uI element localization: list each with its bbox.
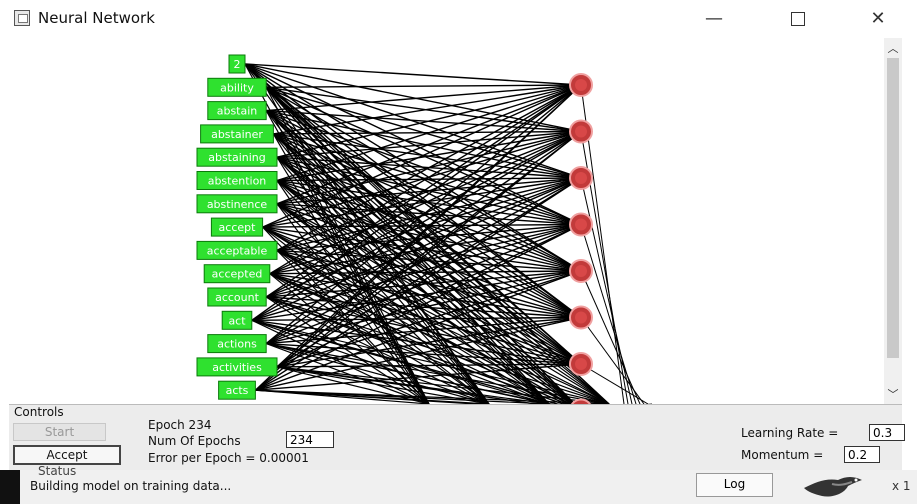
output-node-core xyxy=(575,358,587,370)
input-node-label: actions xyxy=(217,338,257,351)
input-node-label: act xyxy=(228,314,246,327)
input-node-label: 2 xyxy=(234,58,241,71)
input-node-label: abstaining xyxy=(208,151,266,164)
scroll-down-icon[interactable]: ﹀ xyxy=(884,386,902,402)
window-title: Neural Network xyxy=(38,9,155,27)
input-node-label: abstain xyxy=(217,105,258,118)
input-node: abstainer xyxy=(200,124,274,144)
title-bar: Neural Network — ✕ xyxy=(0,0,917,38)
close-icon: ✕ xyxy=(870,8,886,29)
status-title: Status xyxy=(38,464,77,478)
network-canvas: 2 ability abstain abstainer abstaining absten… xyxy=(9,38,884,404)
input-node: ability xyxy=(207,77,267,97)
output-node-core xyxy=(575,125,587,138)
start-button[interactable]: Start xyxy=(13,423,106,441)
input-node: abstention xyxy=(196,171,278,190)
input-node: account xyxy=(207,287,267,307)
input-node-label: acceptable xyxy=(207,244,268,257)
zoom-text: x 1 xyxy=(892,479,911,493)
minimize-button[interactable]: — xyxy=(694,6,734,32)
output-node-core xyxy=(575,265,587,277)
momentum-field[interactable]: 0.2 xyxy=(844,446,880,463)
input-node-label: acts xyxy=(226,384,249,397)
input-node-label: account xyxy=(215,291,260,304)
input-node: acts xyxy=(218,380,256,400)
controls-label: Controls xyxy=(14,405,64,419)
input-node: acceptable xyxy=(196,240,278,260)
error-text: Error per Epoch = 0.00001 xyxy=(148,451,309,465)
output-node-core xyxy=(575,172,587,184)
output-node-core xyxy=(575,311,587,324)
maximize-icon xyxy=(791,12,805,26)
input-node-label: activities xyxy=(212,361,262,374)
network-edges xyxy=(244,63,652,404)
app-icon xyxy=(14,10,30,26)
log-button[interactable]: Log xyxy=(696,473,773,497)
output-node-core xyxy=(575,79,587,91)
maximize-button[interactable] xyxy=(778,6,818,32)
input-node: accepted xyxy=(203,264,271,284)
input-node: 2 xyxy=(228,54,246,74)
network-diagram: 2 ability abstain abstainer abstaining absten… xyxy=(196,54,652,404)
learning-rate-field[interactable]: 0.3 xyxy=(869,424,905,441)
input-node: actions xyxy=(207,334,267,354)
input-node: activities xyxy=(196,357,278,377)
input-node-label: ability xyxy=(220,81,254,94)
input-node-label: abstainer xyxy=(211,128,263,141)
num-epochs-label: Num Of Epochs xyxy=(148,434,241,448)
controls-panel: Controls Start Accept Epoch 234 Num Of E… xyxy=(9,404,905,471)
status-bar: Status Building model on training data..… xyxy=(20,464,917,504)
scroll-thumb[interactable] xyxy=(887,58,899,358)
input-node: accept xyxy=(210,217,264,237)
input-node: abstain xyxy=(207,101,267,121)
accept-button[interactable]: Accept xyxy=(13,445,121,465)
input-node: abstinence xyxy=(196,194,278,214)
output-node-core xyxy=(575,218,587,231)
input-node-label: abstention xyxy=(208,175,267,188)
input-node: abstaining xyxy=(196,147,278,167)
status-text: Building model on training data... xyxy=(30,479,232,493)
scroll-up-icon[interactable]: ︿ xyxy=(884,40,902,56)
input-node-label: accept xyxy=(219,221,257,234)
input-node-label: abstinence xyxy=(207,198,268,211)
learning-rate-label: Learning Rate = xyxy=(741,426,839,440)
input-node: act xyxy=(221,310,253,330)
num-epochs-field[interactable]: 234 xyxy=(286,431,334,448)
close-button[interactable]: ✕ xyxy=(858,6,898,32)
vertical-scrollbar[interactable]: ︿ ﹀ xyxy=(884,38,902,404)
momentum-label: Momentum = xyxy=(741,448,824,462)
input-node-label: accepted xyxy=(212,268,263,281)
bird-logo-icon xyxy=(804,477,862,497)
minimize-icon: — xyxy=(705,8,723,29)
status-sidebar xyxy=(0,470,20,504)
epoch-text: Epoch 234 xyxy=(148,418,212,432)
